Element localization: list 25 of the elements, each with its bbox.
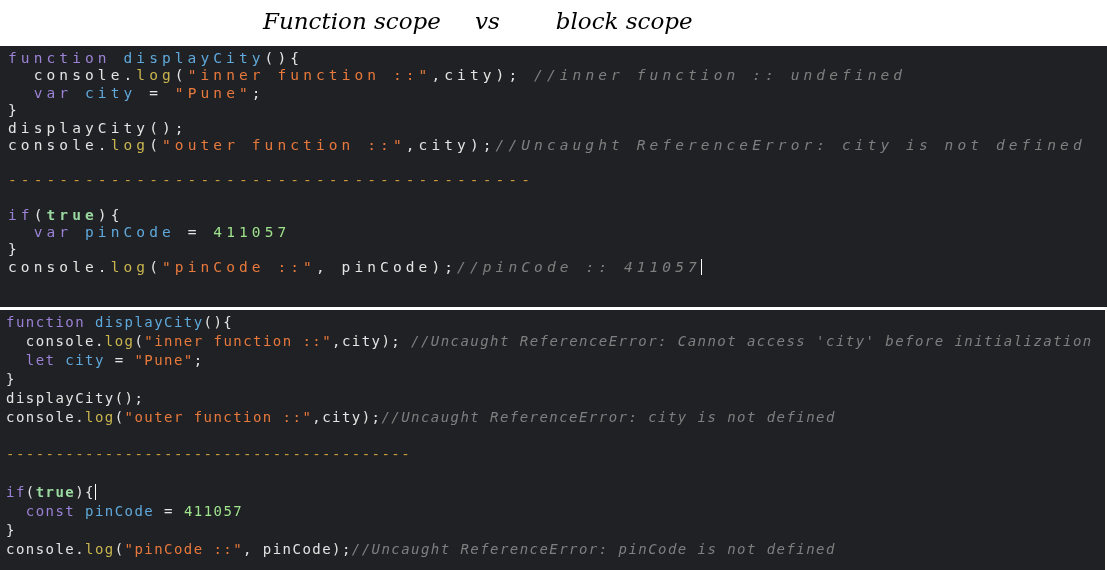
heading-text: vs [474,8,500,34]
code-line: } [6,520,16,540]
heading-text: block scope [555,8,693,34]
code-line: var city = "Pune"; [33,84,265,103]
code-line: var pinCode = 411057 [33,224,291,242]
code-line: if(true){ [6,483,96,503]
code-line: displayCity(); [6,388,145,408]
code-line: console.log("inner function ::",city); //Uncaught ReferenceError: Cannot access 'city' before initialization [25,331,1093,351]
code-line: function displayCity(){ [8,50,304,68]
code-line: let city = "Pune"; [25,350,204,370]
code-line: console.log("outer function ::",city);//Uncaught ReferenceError: city is not defined [6,407,836,427]
code-line: ----------------------------------------- [6,445,412,465]
code-line: } [6,369,16,389]
code-line: console.log("outer function ::",city);//Uncaught ReferenceError: city is not defined [8,137,1086,155]
code-line: console.log("inner function ::",city); //inner function :: undefined [33,67,907,85]
code-line: console.log("pinCode ::", pinCode);//pinCode :: 411057 [8,258,702,277]
code-line: function displayCity(){ [6,313,234,332]
code-line: displayCity(); [8,119,188,138]
code-line: } [8,102,21,120]
code-line: ----------------------------------------- [8,171,535,190]
heading-text: Function scope [263,8,441,34]
code-line: if(true){ [8,206,124,225]
code-line: } [8,241,21,259]
code-line: console.log("pinCode ::", pinCode);//Uncaught ReferenceError: pinCode is not defined [6,539,836,559]
code-line: const pinCode = 411057 [25,502,244,521]
